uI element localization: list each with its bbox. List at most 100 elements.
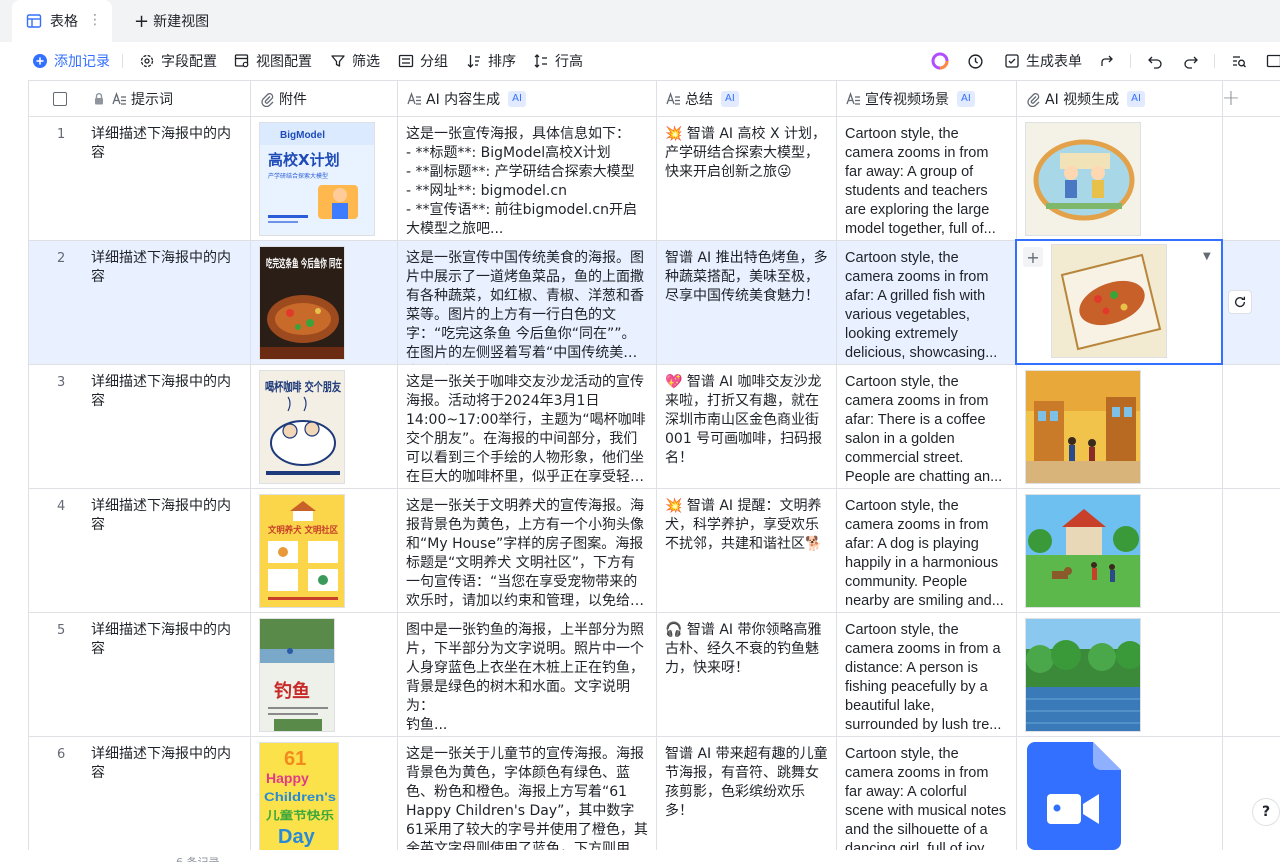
summary-cell[interactable]: 💖 智谱 AI 咖啡交友沙龙来啦，打折又有趣，就在深圳市南山区金色商业街 001…: [657, 365, 837, 488]
column-header-ai-video[interactable]: AI 视频生成 AI: [1017, 81, 1223, 117]
video-thumbnail[interactable]: [1025, 370, 1141, 484]
chevron-down-icon[interactable]: ▼: [1203, 251, 1211, 262]
prompt-cell[interactable]: 6 详细描述下海报中的内容: [29, 737, 251, 850]
search-button[interactable]: [1231, 42, 1247, 80]
video-cell[interactable]: + ▼: [1017, 241, 1223, 364]
poster-title: 喝杯咖啡 交个朋友: [265, 379, 341, 394]
scene-cell[interactable]: Cartoon style, the camera zooms in from …: [837, 737, 1017, 850]
ai-badge: AI: [957, 91, 975, 107]
new-view-label: 新建视图: [153, 14, 210, 30]
video-cell[interactable]: [1017, 737, 1223, 850]
summary-cell[interactable]: 💥 智谱 AI 提醒：文明养犬，科学养护，享受欢乐不扰邻，共建和谐社区🐕: [657, 489, 837, 612]
refresh-button[interactable]: [1228, 290, 1252, 314]
table-row[interactable]: 2 详细描述下海报中的内容 吃完这条鱼 今后鱼你 同在 这是一张宣传中国传统美食…: [29, 241, 1280, 365]
redo-button[interactable]: [1183, 42, 1199, 80]
attachment-cell[interactable]: 61 Happy Children's 儿童节快乐 Day: [251, 737, 398, 850]
prompt-cell[interactable]: 5 详细描述下海报中的内容: [29, 613, 251, 736]
row-number: 3: [57, 375, 66, 390]
help-button[interactable]: ?: [1252, 798, 1280, 826]
table-row[interactable]: 1 详细描述下海报中的内容 BigModel 高校X计划 产学研结合探索大模型: [29, 117, 1280, 241]
video-cell[interactable]: [1017, 365, 1223, 488]
video-thumbnail[interactable]: [1025, 122, 1141, 236]
poster-thumbnail[interactable]: 吃完这条鱼 今后鱼你 同在: [259, 246, 345, 360]
view-config-button[interactable]: 视图配置: [234, 42, 312, 80]
filter-button[interactable]: 筛选: [330, 42, 380, 80]
more-icon[interactable]: ⋮: [88, 12, 102, 28]
ai-content-cell[interactable]: 这是一张宣传中国传统美食的海报。图片中展示了一道烤鱼菜品，鱼的上面撒有各种蔬菜，…: [398, 241, 657, 364]
column-label: AI 视频生成: [1045, 92, 1120, 108]
video-cell[interactable]: [1017, 117, 1223, 240]
generate-form-button[interactable]: 生成表单: [1004, 42, 1082, 80]
tab-grid-view[interactable]: 表格 ⋮: [12, 0, 112, 42]
poster-thumbnail[interactable]: 钓鱼: [259, 618, 335, 732]
ai-content-cell[interactable]: 图中是一张钓鱼的海报，上半部分为照片，下半部分为文字说明。照片中一个人身穿蓝色上…: [398, 613, 657, 736]
share-button[interactable]: [1099, 42, 1115, 80]
attachment-cell[interactable]: 吃完这条鱼 今后鱼你 同在: [251, 241, 398, 364]
video-file-icon[interactable]: [1025, 742, 1121, 850]
ai-content-cell[interactable]: 这是一张宣传海报，具体信息如下： - **标题**: BigModel高校X计划…: [398, 117, 657, 240]
attachment-cell[interactable]: BigModel 高校X计划 产学研结合探索大模型: [251, 117, 398, 240]
scene-cell[interactable]: Cartoon style, the camera zooms in from …: [837, 613, 1017, 736]
attachment-cell[interactable]: 文明养犬 文明社区: [251, 489, 398, 612]
attachment-cell[interactable]: 钓鱼: [251, 613, 398, 736]
automation-button[interactable]: [967, 42, 984, 80]
table-row[interactable]: 3 详细描述下海报中的内容 喝杯咖啡 交个朋友 这是一张关于咖啡交友沙龙活动的宣…: [29, 365, 1280, 489]
video-thumbnail[interactable]: [1051, 244, 1167, 358]
poster-thumbnail[interactable]: 文明养犬 文明社区: [259, 494, 345, 608]
ai-content-cell[interactable]: 这是一张关于儿童节的宣传海报。海报背景色为黄色，字体颜色有绿色、蓝色、粉色和橙色…: [398, 737, 657, 850]
poster-thumbnail[interactable]: 喝杯咖啡 交个朋友: [259, 370, 345, 484]
row-height-button[interactable]: 行高: [533, 42, 583, 80]
text-field-icon: [112, 92, 126, 105]
column-label: 总结: [685, 92, 713, 108]
poster-thumbnail[interactable]: 61 Happy Children's 儿童节快乐 Day: [259, 742, 339, 850]
sort-label: 排序: [488, 54, 516, 70]
scene-cell[interactable]: Cartoon style, the camera zooms in from …: [837, 365, 1017, 488]
add-attachment-button[interactable]: +: [1023, 247, 1043, 267]
ai-content-cell[interactable]: 这是一张关于咖啡交友沙龙活动的宣传海报。活动将于2024年3月1日14:00~1…: [398, 365, 657, 488]
poster-title: 高校X计划: [268, 151, 340, 169]
ai-assistant-button[interactable]: [931, 42, 949, 80]
attachment-cell[interactable]: 喝杯咖啡 交个朋友: [251, 365, 398, 488]
ai-content-cell[interactable]: 这是一张关于文明养犬的宣传海报。海报背景色为黄色，上方有一个小狗头像和“My H…: [398, 489, 657, 612]
more-tools-button[interactable]: [1266, 42, 1280, 80]
column-header-attachment[interactable]: 附件: [251, 81, 398, 117]
poster-brand: BigModel: [280, 130, 325, 141]
new-view-button[interactable]: + 新建视图: [134, 0, 209, 42]
video-thumbnail[interactable]: [1025, 618, 1141, 732]
table-row[interactable]: 4 详细描述下海报中的内容 文明养犬 文明社区 这是一张关于文明养犬的宣传海报。…: [29, 489, 1280, 613]
prompt-cell[interactable]: 3 详细描述下海报中的内容: [29, 365, 251, 488]
ai-assistant-icon: [931, 52, 949, 70]
summary-cell[interactable]: 🎧 智谱 AI 带你领略高雅古朴、经久不衰的钓鱼魅力，快来呀！: [657, 613, 837, 736]
summary-cell[interactable]: 智谱 AI 推出特色烤鱼，多种蔬菜搭配，美味至极，尽享中国传统美食魅力！: [657, 241, 837, 364]
scene-cell[interactable]: Cartoon style, the camera zooms in from …: [837, 117, 1017, 240]
video-cell[interactable]: [1017, 489, 1223, 612]
undo-button[interactable]: [1147, 42, 1163, 80]
group-button[interactable]: 分组: [398, 42, 448, 80]
scene-cell[interactable]: Cartoon style, the camera zooms in from …: [837, 489, 1017, 612]
sort-button[interactable]: 排序: [466, 42, 516, 80]
poster-thumbnail[interactable]: BigModel 高校X计划 产学研结合探索大模型: [259, 122, 375, 236]
summary-cell[interactable]: 💥 智谱 AI 高校 X 计划，产学研结合探索大模型，快来开启创新之旅😜: [657, 117, 837, 240]
field-config-button[interactable]: 字段配置: [139, 42, 217, 80]
prompt-cell[interactable]: 1 详细描述下海报中的内容: [29, 117, 251, 240]
prompt-cell[interactable]: 2 详细描述下海报中的内容: [29, 241, 251, 364]
video-cell[interactable]: [1017, 613, 1223, 736]
video-image: [1026, 371, 1140, 483]
poster-title: 吃完这条鱼 今后鱼你 同在: [266, 256, 342, 270]
column-header-scene[interactable]: 宣传视频场景 AI: [837, 81, 1017, 117]
poster-image: 文明养犬 文明社区: [260, 495, 344, 607]
view-settings-icon: [234, 54, 249, 68]
column-header-summary[interactable]: 总结 AI: [657, 81, 837, 117]
column-header-prompt[interactable]: 提示词: [29, 81, 251, 117]
column-header-ai-content[interactable]: AI 内容生成 AI: [398, 81, 657, 117]
column-label: AI 内容生成: [426, 92, 501, 108]
select-all-checkbox[interactable]: [53, 92, 67, 106]
table-row[interactable]: 5 详细描述下海报中的内容 钓鱼 图中是一张钓鱼的海报，上半部分为照片，下半部分…: [29, 613, 1280, 737]
summary-cell[interactable]: 智谱 AI 带来超有趣的儿童节海报，有音符、跳舞女孩剪影，色彩缤纷欢乐多！: [657, 737, 837, 850]
add-column-button[interactable]: +: [1210, 80, 1252, 116]
table-row[interactable]: 6 详细描述下海报中的内容 61 Happy Children's 儿童节快乐 …: [29, 737, 1280, 850]
video-thumbnail[interactable]: [1025, 494, 1141, 608]
add-record-button[interactable]: 添加记录: [32, 42, 110, 80]
scene-cell[interactable]: Cartoon style, the camera zooms in from …: [837, 241, 1017, 364]
prompt-cell[interactable]: 4 详细描述下海报中的内容: [29, 489, 251, 612]
